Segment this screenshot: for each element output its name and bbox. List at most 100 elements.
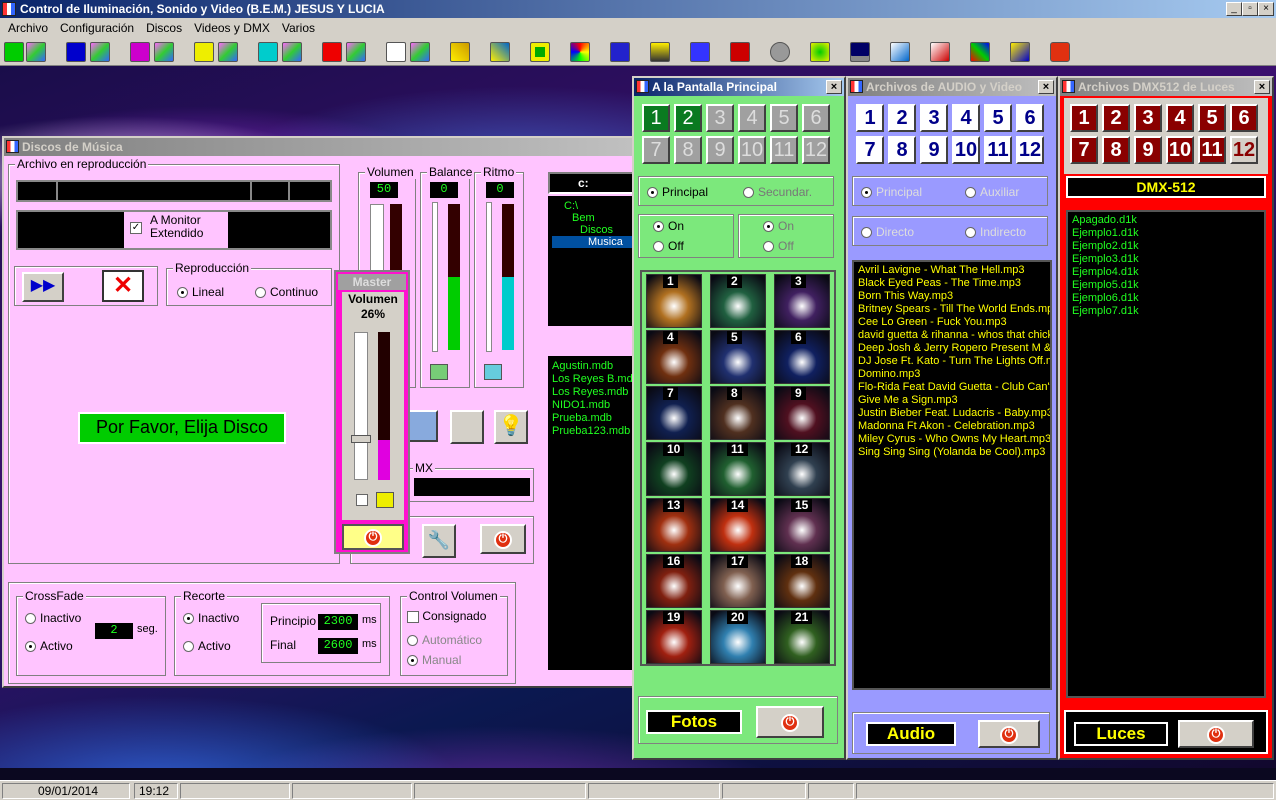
indirecto-radio[interactable]: Indirecto bbox=[965, 225, 1026, 239]
list-item[interactable]: Deep Josh & Jerry Ropero Present M & M bbox=[858, 342, 1050, 355]
pantalla-number-button[interactable]: 1 bbox=[642, 104, 670, 132]
audio-number-button[interactable]: 2 bbox=[888, 104, 916, 132]
pantalla-number-button[interactable]: 7 bbox=[642, 136, 670, 164]
toolbar-window-icon[interactable] bbox=[610, 42, 630, 62]
dmx-number-button[interactable]: 9 bbox=[1134, 136, 1162, 164]
dmx-number-button[interactable]: 1 bbox=[1070, 104, 1098, 132]
photo-thumbnail[interactable]: 10 bbox=[646, 442, 702, 496]
list-item[interactable]: Give Me a Sign.mp3 bbox=[858, 394, 1046, 407]
toolbar-magenta-page-icon[interactable] bbox=[130, 42, 150, 62]
toolbar-blue-page-icon[interactable] bbox=[66, 42, 86, 62]
photo-thumbnail[interactable]: 2 bbox=[710, 274, 766, 328]
ritmo-slider[interactable] bbox=[486, 202, 492, 352]
dmx-number-button[interactable]: 3 bbox=[1134, 104, 1162, 132]
toolbar-dmx6-icon[interactable] bbox=[346, 42, 366, 62]
list-item[interactable]: Ejemplo5.d1k bbox=[1072, 279, 1260, 292]
crossfade-activo-radio[interactable]: Activo bbox=[25, 639, 73, 653]
list-item[interactable]: Ejemplo3.d1k bbox=[1072, 253, 1260, 266]
menu-varios[interactable]: Varios bbox=[276, 18, 321, 38]
audio-number-button[interactable]: 1 bbox=[856, 104, 884, 132]
dmx-number-button[interactable]: 6 bbox=[1230, 104, 1258, 132]
toolbar-projector-icon[interactable] bbox=[650, 42, 670, 62]
toolbar-cyan-page-icon[interactable] bbox=[258, 42, 278, 62]
list-item[interactable]: Madonna Ft Akon - Celebration.mp3 bbox=[858, 420, 1046, 433]
list-item[interactable]: Los Reyes.mdb bbox=[552, 386, 634, 399]
crossfade-inactivo-radio[interactable]: Inactivo bbox=[25, 611, 81, 625]
list-item[interactable]: Cee Lo Green - Fuck You.mp3 bbox=[858, 316, 1046, 329]
minimize-button[interactable]: _ bbox=[1226, 2, 1242, 16]
consignado-checkbox[interactable]: Consignado bbox=[407, 609, 486, 623]
master-reset-icon[interactable] bbox=[376, 492, 394, 508]
photo-thumbnail[interactable]: 11 bbox=[710, 442, 766, 496]
toolbar-film-icon[interactable] bbox=[730, 42, 750, 62]
pantalla-number-button[interactable]: 5 bbox=[770, 104, 798, 132]
audio-number-button[interactable]: 8 bbox=[888, 136, 916, 164]
audio-file-list[interactable]: Avril Lavigne - What The Hell.mp3 Black E… bbox=[852, 260, 1052, 690]
luces-power-button[interactable]: ⏻ bbox=[1178, 720, 1254, 748]
audio-number-button[interactable]: 6 bbox=[1016, 104, 1044, 132]
audio-power-button[interactable]: ⏻ bbox=[978, 720, 1040, 748]
toolbar-lights-icon[interactable] bbox=[1010, 42, 1030, 62]
photo-thumbnail[interactable]: 14 bbox=[710, 498, 766, 552]
audio-number-button[interactable]: 11 bbox=[984, 136, 1012, 164]
list-item[interactable]: Agustin.mdb bbox=[552, 360, 634, 373]
ritmo-reset-icon[interactable] bbox=[484, 364, 502, 380]
photo-thumbnail[interactable]: 17 bbox=[710, 554, 766, 608]
photo-thumbnail[interactable]: 20 bbox=[710, 610, 766, 664]
audio-principal-radio[interactable]: Principal bbox=[861, 185, 922, 199]
dmx-number-button[interactable]: 8 bbox=[1102, 136, 1130, 164]
toolbar-dmx5-icon[interactable] bbox=[282, 42, 302, 62]
menu-configuracion[interactable]: Configuración bbox=[54, 18, 140, 38]
principal-radio[interactable]: Principal bbox=[647, 185, 708, 199]
list-item[interactable]: Prueba.mdb bbox=[552, 412, 634, 425]
recorte-activo-radio[interactable]: Activo bbox=[183, 639, 231, 653]
list-item[interactable]: DJ Jose Ft. Kato - Turn The Lights Off.m… bbox=[858, 355, 1050, 368]
photo-thumbnail[interactable]: 16 bbox=[646, 554, 702, 608]
photo-thumbnail[interactable]: 7 bbox=[646, 386, 702, 440]
list-item[interactable]: NIDO1.mdb bbox=[552, 399, 634, 412]
monitor-icon[interactable] bbox=[408, 410, 438, 442]
photo-thumbnail[interactable]: 9 bbox=[774, 386, 830, 440]
toolbar-cross-icon[interactable] bbox=[970, 42, 990, 62]
lightbulb-icon[interactable]: 💡 bbox=[494, 410, 528, 444]
discos-power-button[interactable]: ⏻ bbox=[480, 524, 526, 554]
right-on-radio[interactable]: On bbox=[763, 219, 794, 233]
dmx-number-button[interactable]: 11 bbox=[1198, 136, 1226, 164]
menu-discos[interactable]: Discos bbox=[140, 18, 188, 38]
balance-slider[interactable] bbox=[432, 202, 438, 352]
toolbar-dmx4-icon[interactable] bbox=[218, 42, 238, 62]
dmx-number-button[interactable]: 7 bbox=[1070, 136, 1098, 164]
hand-icon[interactable] bbox=[450, 410, 484, 444]
master-slider[interactable] bbox=[351, 332, 371, 480]
continuo-radio[interactable]: Continuo bbox=[255, 285, 318, 299]
fotos-power-button[interactable]: ⏻ bbox=[756, 706, 824, 738]
right-off-radio[interactable]: Off bbox=[763, 239, 794, 253]
audio-number-button[interactable]: 9 bbox=[920, 136, 948, 164]
toolbar-yellow-page-icon[interactable] bbox=[194, 42, 214, 62]
crossfade-value[interactable]: 2 bbox=[95, 623, 133, 639]
folder-item[interactable]: Discos bbox=[552, 224, 634, 236]
secundar-radio[interactable]: Secundar. bbox=[743, 185, 812, 199]
toolbar-monitor-icon[interactable] bbox=[850, 42, 870, 62]
audio-number-button[interactable]: 4 bbox=[952, 104, 980, 132]
audio-number-button[interactable]: 12 bbox=[1016, 136, 1044, 164]
toolbar-search-icon[interactable] bbox=[490, 42, 510, 62]
list-item[interactable]: Black Eyed Peas - The Time.mp3 bbox=[858, 277, 1046, 290]
balance-reset-icon[interactable] bbox=[430, 364, 448, 380]
pantalla-number-button[interactable]: 2 bbox=[674, 104, 702, 132]
list-item[interactable]: Ejemplo1.d1k bbox=[1072, 227, 1260, 240]
list-item[interactable]: Prueba123.mdb bbox=[552, 425, 634, 438]
audio-number-button[interactable]: 5 bbox=[984, 104, 1012, 132]
maximize-button[interactable]: ▫ bbox=[1242, 2, 1258, 16]
directo-radio[interactable]: Directo bbox=[861, 225, 914, 239]
photo-thumbnail[interactable]: 18 bbox=[774, 554, 830, 608]
recorte-inactivo-radio[interactable]: Inactivo bbox=[183, 611, 239, 625]
master-checkbox[interactable] bbox=[356, 494, 368, 506]
list-item[interactable]: Born This Way.mp3 bbox=[858, 290, 1046, 303]
toolbar-dmx-icon[interactable] bbox=[26, 42, 46, 62]
photo-thumbnail[interactable]: 21 bbox=[774, 610, 830, 664]
toolbar-dmx7-icon[interactable] bbox=[410, 42, 430, 62]
monitor-checkbox-area[interactable]: ✓ A Monitor Extendido bbox=[124, 212, 228, 248]
toolbar-wand-icon[interactable] bbox=[450, 42, 470, 62]
dmx-number-button[interactable]: 2 bbox=[1102, 104, 1130, 132]
